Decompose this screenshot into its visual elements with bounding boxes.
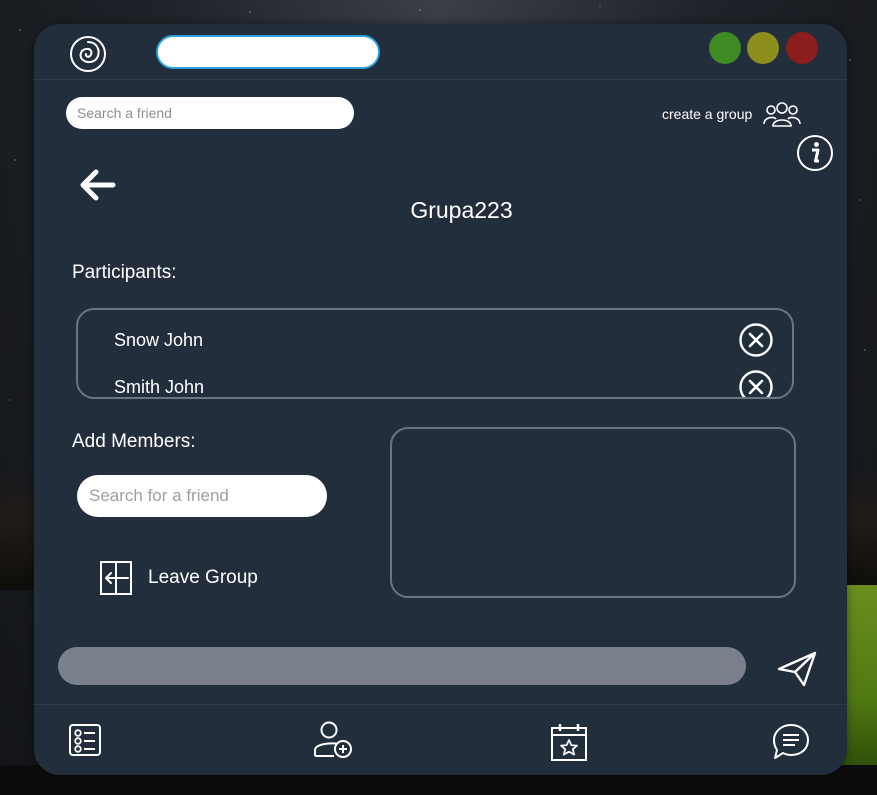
participant-name: Snow John [114,329,204,350]
participant-item: Snow John [114,320,774,360]
participants-label: Participants: [72,262,177,283]
participants-list[interactable]: Snow John Smith John [76,308,794,399]
friend-search-input[interactable] [66,97,354,129]
remove-circle-icon[interactable] [738,369,774,399]
remove-circle-icon[interactable] [738,322,774,358]
title-bar [34,24,847,80]
title-search-input[interactable] [156,35,380,69]
message-input[interactable] [58,647,746,685]
chat-bubble-icon[interactable] [771,722,811,762]
add-user-icon[interactable] [313,720,353,758]
spiral-logo-icon [70,36,106,72]
paper-plane-icon[interactable] [776,650,818,688]
maximize-button[interactable] [747,32,779,64]
close-button[interactable] [786,32,818,64]
info-icon[interactable] [796,134,834,172]
member-search-input[interactable] [77,475,327,517]
leave-group-label: Leave Group [148,567,258,588]
create-group-label: create a group [662,106,753,122]
calendar-star-icon[interactable] [549,722,589,762]
participant-name: Smith John [114,376,205,397]
bottom-navigation [34,704,847,775]
group-icon [763,102,802,127]
exit-door-icon [100,561,132,595]
app-window: create a group Grupa223 Participants: Sn… [34,24,847,775]
group-title: Grupa223 [410,197,513,223]
leave-group-button[interactable]: Leave Group [98,560,258,596]
member-results-panel[interactable] [390,427,796,598]
create-group-button[interactable]: create a group [662,102,802,127]
participant-item: Smith John [114,367,774,399]
task-list-icon[interactable] [68,723,102,757]
minimize-button[interactable] [709,32,741,64]
add-members-label: Add Members: [72,431,196,452]
